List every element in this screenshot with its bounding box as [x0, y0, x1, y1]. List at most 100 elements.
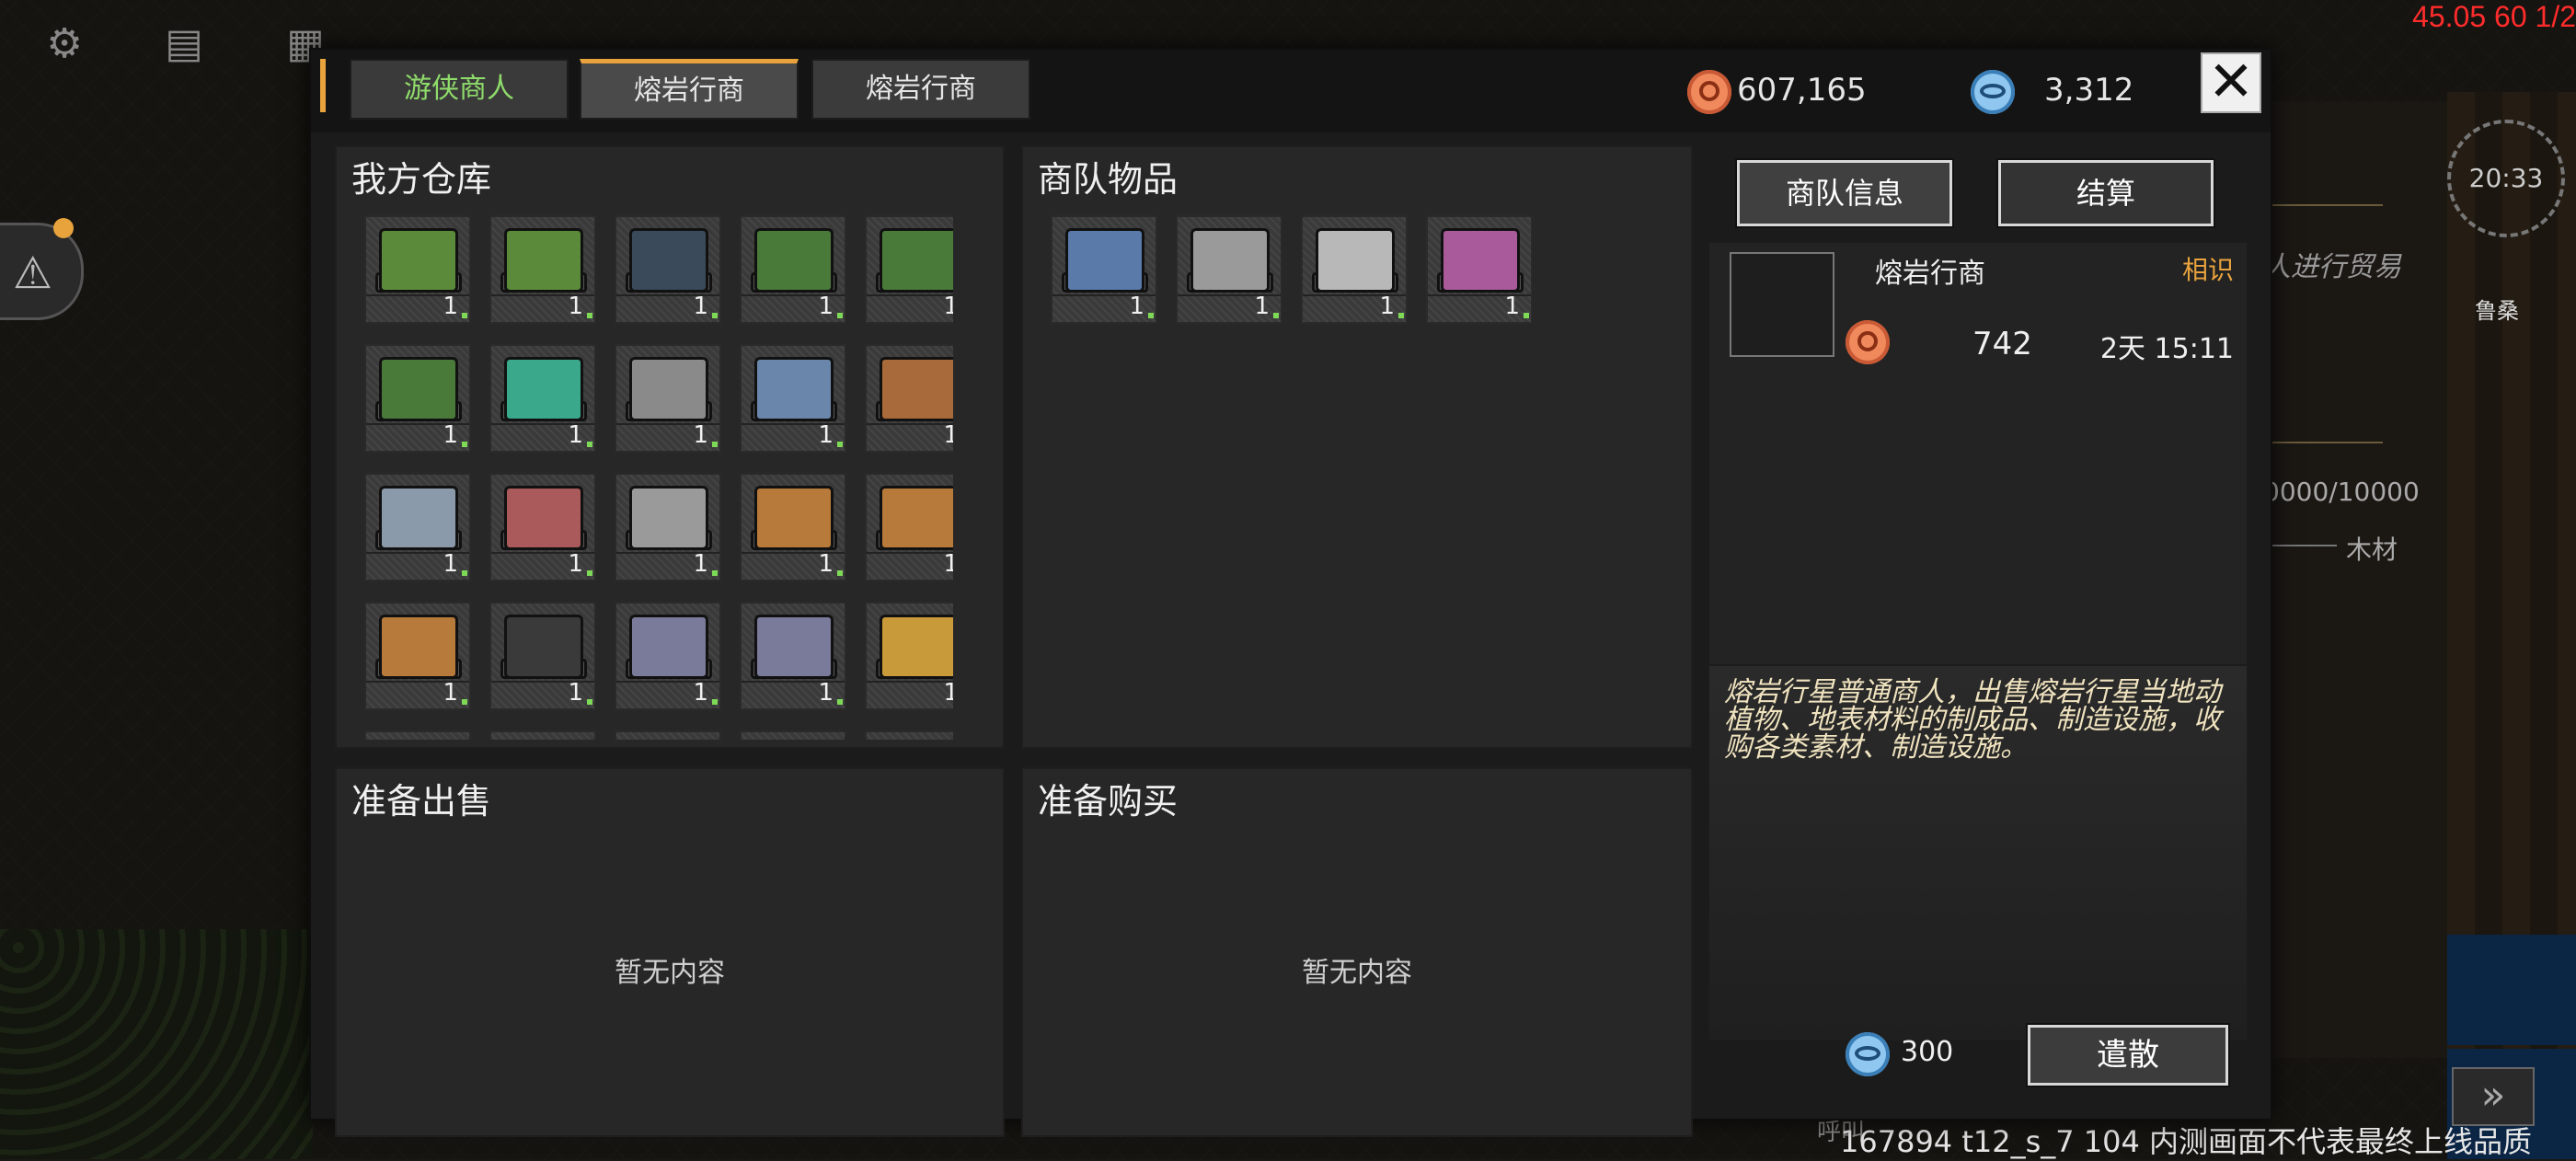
computer-terminal-icon: [629, 486, 708, 550]
merchant-gold: 742: [1972, 326, 2032, 362]
cooking-station-icon: [880, 615, 953, 679]
caravan-item-slot[interactable]: 1: [1426, 215, 1533, 324]
available-marker: [587, 570, 592, 576]
to-sell-panel: 准备出售 暂无内容: [335, 767, 1005, 1137]
warehouse-item-slot[interactable]: 1: [615, 215, 721, 324]
caravan-item-slot[interactable]: 1: [1051, 215, 1157, 324]
item-quantity: 1: [943, 421, 953, 449]
warehouse-item-slot[interactable]: 1: [364, 215, 471, 324]
door-panel-icon: [1065, 228, 1144, 293]
warehouse-item-slot[interactable]: 1: [489, 344, 596, 453]
available-marker: [837, 313, 843, 318]
caravan-item-slot[interactable]: 1: [1176, 215, 1282, 324]
item-quantity: 1: [818, 550, 834, 578]
warehouse-item-slot[interactable]: 1: [865, 473, 953, 581]
slot-divider: [867, 552, 953, 554]
caravan-info-button[interactable]: 商队信息: [1735, 158, 1954, 228]
background-capacity-text: 0000/10000: [2263, 477, 2420, 507]
caravan-goods-title: 商队物品: [1038, 159, 1179, 200]
workbench-icon: [379, 486, 458, 550]
caravan-goods-panel: 商队物品 1 1 1 1: [1021, 145, 1693, 749]
gem-currency-display: 3,312: [1971, 63, 2133, 118]
available-marker: [1524, 313, 1529, 318]
warehouse-item-slot[interactable]: 1: [865, 602, 953, 710]
warehouse-item-slot[interactable]: 1: [615, 730, 721, 740]
tab-lava-trader-2[interactable]: 熔岩行商: [811, 59, 1030, 120]
to-buy-title: 准备购买: [1038, 781, 1179, 822]
warehouse-item-slot[interactable]: 1: [364, 730, 471, 740]
warehouse-item-slot[interactable]: 1: [489, 730, 596, 740]
available-marker: [712, 570, 718, 576]
caravan-item-slot[interactable]: 1: [1301, 215, 1408, 324]
plant-planter-icon: [504, 228, 583, 293]
dismiss-cost: 300: [1901, 1036, 1954, 1068]
warehouse-item-slot[interactable]: 1: [364, 344, 471, 453]
screen-machine-icon: [629, 228, 708, 293]
merchant-portrait: [1730, 252, 1834, 357]
item-quantity: 1: [443, 550, 458, 578]
merchant-name: 熔岩行商: [1875, 258, 1985, 290]
warehouse-item-slot[interactable]: 1: [489, 473, 596, 581]
warehouse-item-slot[interactable]: 1: [489, 215, 596, 324]
available-marker: [837, 442, 843, 447]
warehouse-grid: 1 1 1 1 1 1 1 1 1 1 1 1 1 1 1 1 1 1 1 1 1 1 1 1 1: [364, 215, 953, 740]
item-quantity: 1: [818, 421, 834, 449]
slot-divider: [867, 423, 953, 425]
background-hint-text: 人进行贸易: [2263, 251, 2401, 283]
item-quantity: 1: [568, 421, 583, 449]
item-quantity: 1: [943, 679, 953, 707]
glass-capsule-icon: [504, 357, 583, 421]
item-quantity: 1: [818, 679, 834, 707]
slot-divider: [867, 681, 953, 683]
chat-icon[interactable]: ▤: [156, 17, 212, 72]
warehouse-item-slot[interactable]: 1: [865, 215, 953, 324]
alert-button[interactable]: ⚠: [0, 218, 84, 320]
item-quantity: 1: [1504, 293, 1520, 320]
warehouse-item-slot[interactable]: 1: [615, 344, 721, 453]
divider: [2272, 545, 2337, 546]
gold-coin-icon: [1687, 69, 1731, 114]
gem-coin-icon: [1971, 69, 2015, 114]
fast-forward-icon: »: [2480, 1072, 2506, 1119]
tab-lava-trader-1[interactable]: 熔岩行商: [580, 59, 799, 120]
warehouse-item-slot[interactable]: 1: [740, 344, 846, 453]
lab-table-icon: [754, 615, 834, 679]
gear-icon[interactable]: ⚙: [37, 17, 92, 72]
game-clock[interactable]: 20:33: [2447, 120, 2565, 237]
warehouse-item-slot[interactable]: 1: [740, 602, 846, 710]
warehouse-item-slot[interactable]: 1: [615, 602, 721, 710]
warehouse-item-slot[interactable]: 1: [865, 344, 953, 453]
warehouse-item-slot[interactable]: 1: [740, 215, 846, 324]
warehouse-item-slot[interactable]: 1: [489, 602, 596, 710]
warehouse-item-slot[interactable]: 1: [865, 730, 953, 740]
item-quantity: 1: [693, 679, 708, 707]
trade-dialog: 游侠商人 熔岩行商 熔岩行商 607,165 3,312 ✕ 我方仓库 1111…: [309, 48, 2272, 1137]
warehouse-item-slot[interactable]: 1: [740, 473, 846, 581]
fast-forward-button[interactable]: »: [2452, 1067, 2535, 1126]
settle-button[interactable]: 结算: [1996, 158, 2215, 228]
purple-creature-icon: [1441, 228, 1520, 293]
warning-icon: ⚠: [13, 247, 53, 299]
furnace-icon: [379, 615, 458, 679]
tab-ranger-merchant[interactable]: 游侠商人: [350, 59, 569, 120]
gold-coin-icon: [1846, 320, 1890, 364]
available-marker: [462, 313, 467, 318]
item-quantity: 1: [443, 679, 458, 707]
meat-table-icon: [504, 486, 583, 550]
warehouse-item-slot[interactable]: 1: [740, 730, 846, 740]
warehouse-item-slot[interactable]: 1: [364, 473, 471, 581]
item-quantity: 1: [1254, 293, 1270, 320]
merchant-description-box: 熔岩行星普通商人，出售熔岩行星当地动植物、地表材料的制成品、制造设施，收购各类素…: [1708, 664, 2248, 1041]
available-marker: [712, 442, 718, 447]
to-sell-title: 准备出售: [351, 781, 492, 822]
warehouse-item-slot[interactable]: 1: [615, 473, 721, 581]
dismiss-button[interactable]: 遣散: [2026, 1023, 2230, 1087]
item-quantity: 1: [568, 679, 583, 707]
available-marker: [587, 313, 592, 318]
computer-terminal-icon: [1190, 228, 1270, 293]
item-quantity: 1: [443, 293, 458, 320]
crafting-table-icon: [880, 357, 953, 421]
warehouse-item-slot[interactable]: 1: [364, 602, 471, 710]
to-buy-panel: 准备购买 暂无内容: [1021, 767, 1693, 1137]
close-button[interactable]: ✕: [2201, 52, 2261, 113]
